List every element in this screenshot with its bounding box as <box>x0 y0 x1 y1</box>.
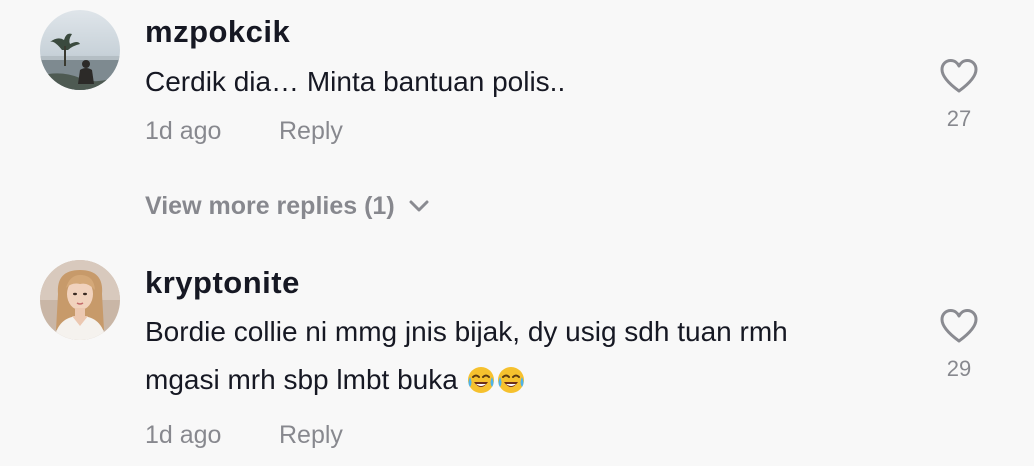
comment-content: kryptonite Bordie collie ni mmg jnis bij… <box>145 263 914 455</box>
comment-meta: 1d ago Reply <box>145 415 914 455</box>
like-count: 29 <box>946 356 972 381</box>
comment-time: 1d ago <box>145 117 222 145</box>
comment-text-line: mgasi mrh sbp lmbt buka <box>145 364 466 395</box>
user-avatar[interactable] <box>40 10 120 90</box>
user-avatar[interactable] <box>40 260 120 340</box>
face-with-tears-of-joy-icon <box>496 362 526 410</box>
heart-icon[interactable] <box>939 58 979 94</box>
like-control[interactable]: 29 <box>934 308 984 384</box>
comment-text: Bordie collie ni mmg jnis bijak, dy usig… <box>145 308 914 410</box>
comment-text-line: Bordie collie ni mmg jnis bijak, dy usig… <box>145 316 788 347</box>
comment-item: kryptonite Bordie collie ni mmg jnis bij… <box>0 250 1034 466</box>
like-count: 27 <box>946 106 972 131</box>
reply-button[interactable]: Reply <box>279 415 343 455</box>
view-more-replies-button[interactable]: View more replies (1) <box>145 186 429 226</box>
comment-text: Cerdik dia… Minta bantuan polis.. <box>145 66 566 97</box>
comment-meta: 1d ago Reply <box>145 111 914 151</box>
comment-item: mzpokcik Cerdik dia… Minta bantuan polis… <box>0 0 1034 250</box>
comment-username[interactable]: mzpokcik <box>145 12 914 52</box>
reply-button[interactable]: Reply <box>279 111 343 151</box>
comment-text-line-with-emoji: mgasi mrh sbp lmbt buka <box>145 356 914 410</box>
comment-time: 1d ago <box>145 421 222 449</box>
heart-icon[interactable] <box>939 308 979 344</box>
landscape-avatar-icon <box>40 10 120 90</box>
view-more-replies-label: View more replies (1) <box>145 192 395 220</box>
face-with-tears-of-joy-icon <box>466 362 496 410</box>
like-control[interactable]: 27 <box>934 58 984 134</box>
comment-username[interactable]: kryptonite <box>145 263 914 303</box>
comments-panel: mzpokcik Cerdik dia… Minta bantuan polis… <box>0 0 1034 466</box>
comment-content: mzpokcik Cerdik dia… Minta bantuan polis… <box>145 12 914 151</box>
chevron-down-icon <box>409 200 429 212</box>
woman-avatar-icon <box>40 260 120 340</box>
